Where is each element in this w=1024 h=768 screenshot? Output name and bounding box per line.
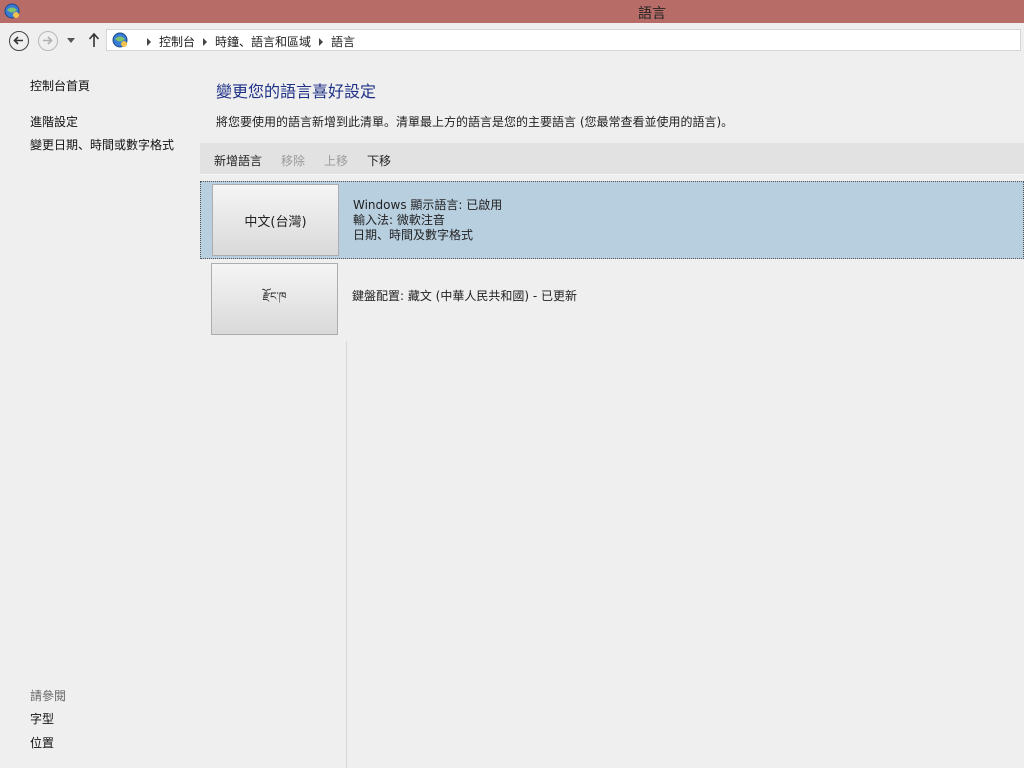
keyboard-layout: 鍵盤配置: 藏文 (中華人民共和國) - 已更新 <box>352 289 577 303</box>
chevron-right-icon[interactable] <box>203 37 208 46</box>
add-language-button[interactable]: 新增語言 <box>214 152 262 169</box>
left-navigation-pane: 控制台首頁 進階設定 變更日期、時間或數字格式 請參閱 字型 位置 <box>0 59 200 768</box>
move-up-button[interactable]: 上移 <box>324 152 348 169</box>
address-bar[interactable]: 控制台 時鐘、語言和區域 語言 <box>106 29 1021 51</box>
language-details: 鍵盤配置: 藏文 (中華人民共和國) - 已更新 <box>352 289 577 304</box>
input-method: 輸入法: 微軟注音 <box>353 213 445 227</box>
language-tile[interactable]: རྫོང་ཁ <box>211 263 338 335</box>
divider <box>346 341 347 768</box>
window-title: 語言 <box>638 6 666 22</box>
advanced-settings-link[interactable]: 進階設定 <box>30 113 78 130</box>
remove-button[interactable]: 移除 <box>281 152 305 169</box>
control-panel-icon <box>112 32 128 48</box>
forward-button[interactable] <box>38 31 58 51</box>
navigation-bar: 控制台 時鐘、語言和區域 語言 <box>0 23 1024 59</box>
move-down-button[interactable]: 下移 <box>367 152 391 169</box>
language-toolbar: 新增語言 移除 上移 下移 <box>200 143 1024 175</box>
date-time-format: 日期、時間及數字格式 <box>353 228 474 242</box>
page-title: 變更您的語言喜好設定 <box>216 82 377 101</box>
change-date-time-format-link[interactable]: 變更日期、時間或數字格式 <box>30 136 174 153</box>
chevron-right-icon[interactable] <box>319 37 324 46</box>
back-button[interactable] <box>9 31 29 51</box>
see-also-label: 請參閱 <box>30 689 67 703</box>
up-arrow-icon[interactable] <box>88 32 100 48</box>
language-list-item[interactable]: རྫོང་ཁ 鍵盤配置: 藏文 (中華人民共和國) - 已更新 <box>200 261 1024 341</box>
language-tile[interactable]: 中文(台灣) <box>212 184 339 256</box>
page-description: 將您要使用的語言新增到此清單。清單最上方的語言是您的主要語言 (您最常查看並使用… <box>216 115 734 129</box>
fonts-link[interactable]: 字型 <box>30 710 54 727</box>
title-bar: 語言 <box>0 0 1024 23</box>
display-language-status: Windows 顯示語言: 已啟用 <box>353 198 503 212</box>
chevron-right-icon[interactable] <box>147 37 151 46</box>
main-content: 變更您的語言喜好設定 將您要使用的語言新增到此清單。清單最上方的語言是您的主要語… <box>200 59 1024 768</box>
control-panel-home-link[interactable]: 控制台首頁 <box>30 77 90 94</box>
breadcrumb: 控制台 時鐘、語言和區域 語言 <box>139 33 355 50</box>
location-link[interactable]: 位置 <box>30 734 54 751</box>
language-list-item[interactable]: 中文(台灣) Windows 顯示語言: 已啟用 輸入法: 微軟注音 日期、時間… <box>200 181 1024 259</box>
breadcrumb-control-panel[interactable]: 控制台 <box>159 33 195 50</box>
recent-locations-dropdown-icon[interactable] <box>67 38 75 43</box>
language-details: Windows 顯示語言: 已啟用 輸入法: 微軟注音 日期、時間及數字格式 <box>353 198 502 243</box>
breadcrumb-clock-language-region[interactable]: 時鐘、語言和區域 <box>215 33 311 50</box>
breadcrumb-language[interactable]: 語言 <box>331 33 355 50</box>
back-arrow-icon <box>13 36 23 45</box>
forward-arrow-icon <box>43 36 53 45</box>
